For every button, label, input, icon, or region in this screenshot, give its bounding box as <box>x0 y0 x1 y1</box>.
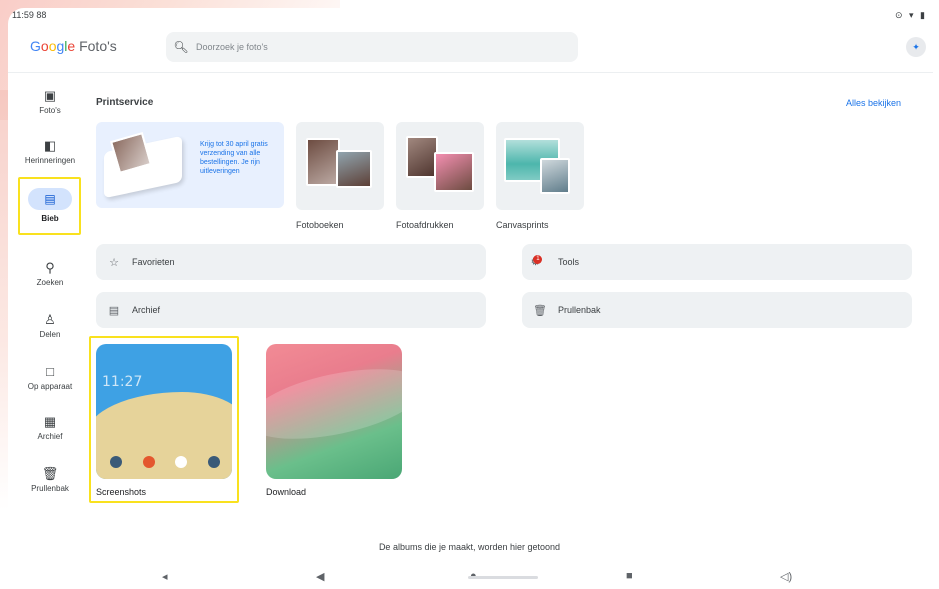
tools-icon: ⚙1 <box>522 255 558 269</box>
back-icon[interactable]: ◀ <box>316 570 324 583</box>
nav-item-fotos[interactable]: ▣ Foto's <box>8 88 92 138</box>
nav-label: Delen <box>39 330 61 339</box>
nav-label: Op apparaat <box>27 382 73 391</box>
favorites-button[interactable]: ☆ Favorieten <box>96 244 486 280</box>
photo-icon: ▣ <box>43 88 57 103</box>
divider <box>8 72 933 73</box>
volume-icon[interactable]: ◁) <box>780 570 792 583</box>
section-title-printservice: Printservice <box>96 97 154 108</box>
product-image <box>434 152 474 192</box>
trash-label: Prullenbak <box>558 305 601 315</box>
archive-label: Archief <box>132 305 161 315</box>
tools-badge: 1 <box>533 255 543 264</box>
album-label: Download <box>266 487 307 497</box>
promo-card[interactable]: Krijg tot 30 april gratis verzending van… <box>96 122 284 208</box>
nav-item-archief[interactable]: ▦ Archief <box>8 414 92 464</box>
product-image <box>336 150 372 188</box>
archive-icon: ▤ <box>108 304 120 317</box>
product-label: Fotoboeken <box>296 220 344 230</box>
search-icon: ⚲ <box>45 260 55 275</box>
product-label: Canvasprints <box>496 220 549 230</box>
product-card-fotoboeken[interactable] <box>296 122 384 210</box>
product-card-canvasprints[interactable] <box>496 122 584 210</box>
recents-icon[interactable]: ■ <box>626 570 633 582</box>
nav-label: Zoeken <box>36 278 64 287</box>
search-icon: 🔍︎ <box>173 40 189 54</box>
highlight-box-screenshots <box>89 336 239 503</box>
home-pill <box>468 576 538 579</box>
albums-hint: De albums die je maakt, worden hier geto… <box>378 542 561 552</box>
archive-icon: ▦ <box>43 414 57 429</box>
avatar[interactable]: ✦ <box>906 37 926 57</box>
trash-button[interactable]: 🗑︎ Prullenbak <box>522 292 912 328</box>
status-icons: ⊙ ▾ ▮ <box>894 10 927 20</box>
nav-label: Prullenbak <box>31 484 69 493</box>
trash-icon: 🗑︎ <box>41 466 59 481</box>
status-bar: 11:59 88 ⊙ ▾ ▮ <box>0 0 939 22</box>
product-image <box>540 158 570 194</box>
star-icon: ☆ <box>109 256 119 269</box>
share-icon: ♙ <box>44 312 56 327</box>
nav-label: Archief <box>37 432 63 441</box>
product-image <box>306 138 340 186</box>
status-time: 11:59 88 <box>12 10 47 20</box>
app-logo-suffix: Foto's <box>75 38 117 54</box>
nav-label: Herinneringen <box>24 156 76 165</box>
tools-button[interactable]: ⚙1 Tools <box>522 244 912 280</box>
nav-item-prullenbak[interactable]: 🗑︎ Prullenbak <box>8 466 92 516</box>
trash-icon: 🗑︎ <box>533 304 547 317</box>
nav-item-delen[interactable]: ♙ Delen <box>8 312 92 362</box>
volume-down-icon[interactable]: ◂ <box>162 570 168 583</box>
memories-icon: ◧ <box>43 138 57 153</box>
album-thumbnail-download[interactable] <box>266 344 402 479</box>
product-label: Fotoafdrukken <box>396 220 454 230</box>
tools-label: Tools <box>558 257 580 267</box>
app-logo: Google Foto's <box>30 38 117 54</box>
search-bar[interactable]: 🔍︎ Doorzoek je foto's <box>166 32 578 62</box>
promo-text: Krijg tot 30 april gratis verzending van… <box>200 141 268 175</box>
product-card-fotoafdrukken[interactable] <box>396 122 484 210</box>
favorites-label: Favorieten <box>132 257 175 267</box>
nav-item-op-apparaat[interactable]: □ Op apparaat <box>8 364 92 414</box>
folder-icon: □ <box>46 364 54 379</box>
see-all-link[interactable]: Alles bekijken <box>846 98 901 108</box>
highlight-box-bieb <box>18 177 81 235</box>
nav-item-zoeken[interactable]: ⚲ Zoeken <box>8 260 92 310</box>
wallpaper-wave <box>266 355 402 453</box>
archive-button[interactable]: ▤ Archief <box>96 292 486 328</box>
search-input[interactable]: Doorzoek je foto's <box>196 42 268 52</box>
nav-label: Foto's <box>39 106 61 115</box>
